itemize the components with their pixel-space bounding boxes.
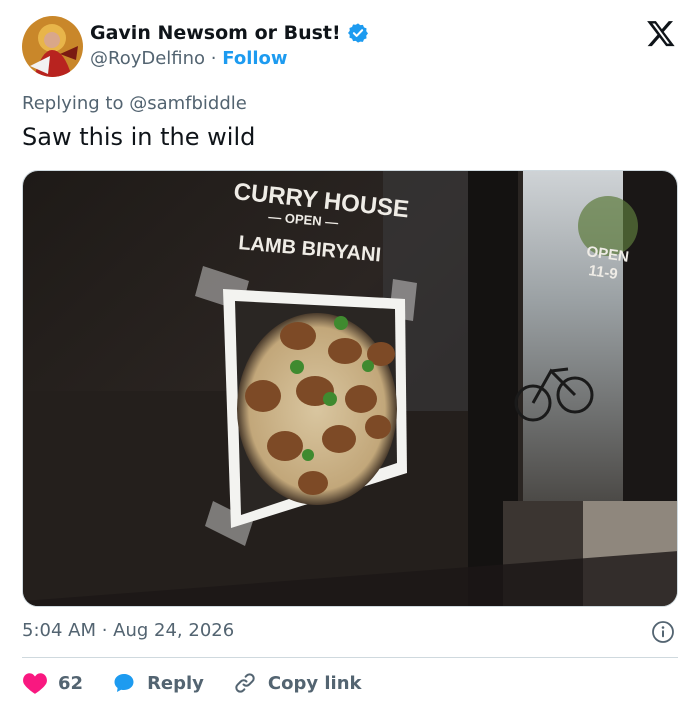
avatar[interactable] [22,16,83,77]
reply-button[interactable]: Reply [111,671,204,695]
author-handle[interactable]: @RoyDelfino [90,48,205,69]
tweet-timestamp[interactable]: 5:04 AM · Aug 24, 2026 [22,620,234,641]
speech-bubble-icon [114,674,134,692]
divider [22,657,678,658]
action-bar: 62 Reply Copy link [22,668,390,698]
like-button[interactable]: 62 [22,671,83,695]
info-icon[interactable] [651,620,675,644]
like-count: 62 [58,672,84,694]
tweet-text: Saw this in the wild [22,123,256,151]
copy-link-label: Copy link [267,672,362,694]
tweet-card: Gavin Newsom or Bust! @RoyDelfino · Foll… [0,0,700,710]
author-name[interactable]: Gavin Newsom or Bust! [90,22,369,44]
replying-to[interactable]: Replying to @samfbiddle [22,93,247,114]
separator-dot: · [210,48,217,69]
copy-link-button[interactable]: Copy link [232,671,362,695]
heart-icon [23,673,47,694]
author-display-name[interactable]: Gavin Newsom or Bust! [90,22,341,44]
verified-badge-icon [347,22,369,44]
handle-row: @RoyDelfino · Follow [90,48,288,69]
link-icon [235,673,255,693]
follow-button[interactable]: Follow [222,48,287,69]
reply-label: Reply [147,672,204,694]
x-logo-icon[interactable] [646,18,676,48]
tweet-photo[interactable]: CURRY HOUSE — OPEN — LAMB BIRYANI OPEN 1… [22,170,678,607]
